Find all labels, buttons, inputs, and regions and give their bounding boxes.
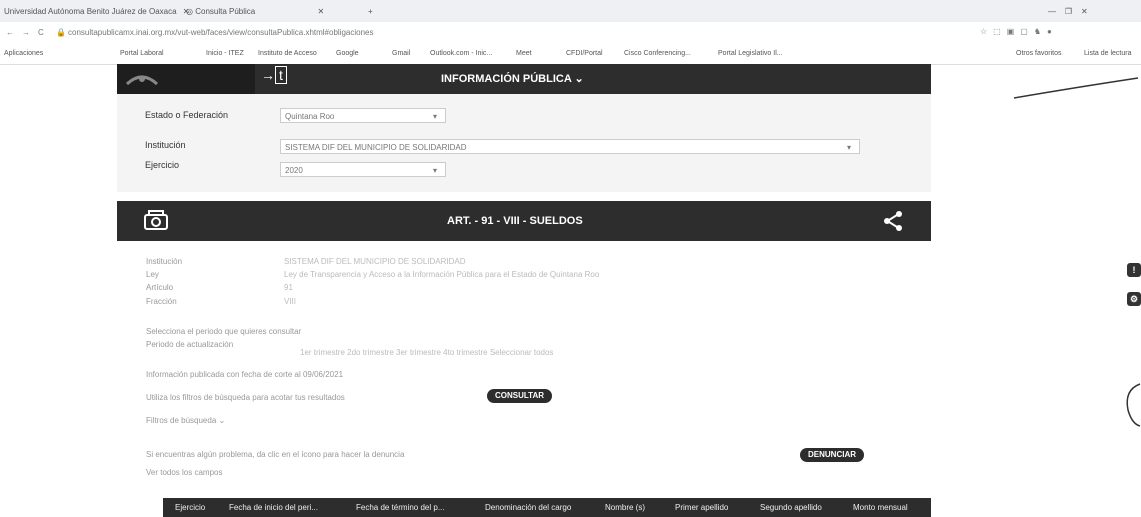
logo-icon	[125, 75, 159, 86]
filtros-label: Filtros de búsqueda	[146, 416, 217, 425]
institucion-label: Institución	[145, 140, 186, 150]
chevron-down-icon: ⌄	[218, 416, 226, 425]
url-input[interactable]: consultapublicamx.inai.org.mx/vut-web/fa…	[68, 28, 373, 37]
column-header[interactable]: Nombre (s)	[605, 503, 645, 512]
periodo-options[interactable]: 1er trimestre 2do trimestre 3er trimestr…	[300, 348, 553, 357]
chevron-down-icon: ▾	[432, 166, 437, 175]
bookmark-other[interactable]: Otros favoritos	[1016, 50, 1062, 57]
bookmark-item[interactable]: Portal Laboral	[120, 50, 164, 57]
estado-select[interactable]: Quintana Roo ▾	[280, 108, 446, 123]
column-header[interactable]: Fecha de inicio del peri...	[229, 503, 318, 512]
column-header[interactable]: Ejercicio	[175, 503, 205, 512]
bookmark-reading-list[interactable]: Lista de lectura	[1084, 50, 1131, 57]
column-header[interactable]: Monto mensual	[853, 503, 908, 512]
page-title-text: INFORMACIÓN PÚBLICA	[441, 73, 572, 85]
browser-tab-2[interactable]: ◎ Consulta Pública ✕	[186, 4, 346, 20]
periodo-hint: Selecciona el periodo que quieres consul…	[146, 327, 302, 336]
annotation-stroke	[1013, 77, 1139, 99]
ejercicio-label: Ejercicio	[145, 160, 180, 170]
chevron-down-icon: ▾	[846, 143, 851, 152]
column-header[interactable]: Fecha de término del p...	[356, 503, 445, 512]
detail-institucion-value: SISTEMA DIF DEL MUNICIPIO DE SOLIDARIDAD	[284, 257, 466, 266]
detail-institucion-label: Institución	[146, 257, 183, 266]
close-icon[interactable]: ✕	[318, 7, 325, 16]
tab-label: Consulta Pública	[195, 7, 256, 16]
bookmark-apps[interactable]: Aplicaciones	[4, 50, 43, 57]
institucion-select[interactable]: SISTEMA DIF DEL MUNICIPIO DE SOLIDARIDAD…	[280, 139, 860, 154]
page-title[interactable]: INFORMACIÓN PÚBLICA ⌄	[441, 72, 584, 85]
results-table-header: Ejercicio Fecha de inicio del peri... Fe…	[163, 498, 931, 517]
ejercicio-select[interactable]: 2020 ▾	[280, 162, 446, 177]
ejercicio-select-value: 2020	[285, 166, 303, 175]
article-bar: ART. - 91 - VIII - SUELDOS	[117, 201, 931, 241]
detail-ley-label: Ley	[146, 270, 159, 279]
bookmark-item[interactable]: Inicio - ITEZ	[206, 50, 244, 57]
back-icon[interactable]: ←	[6, 28, 14, 37]
address-bar: ← → C 🔒 consultapublicamx.inai.org.mx/vu…	[0, 22, 1141, 44]
reload-icon[interactable]: C	[38, 28, 44, 37]
article-title: ART. - 91 - VIII - SUELDOS	[447, 215, 583, 227]
detail-articulo-label: Artículo	[146, 283, 174, 292]
tools-icon[interactable]: ⚙	[1127, 292, 1141, 306]
detail-ley-value: Ley de Transparencia y Acceso a la Infor…	[284, 270, 600, 279]
column-header[interactable]: Denominación del cargo	[485, 503, 571, 512]
login-icon[interactable]: → t	[261, 66, 287, 84]
chevron-down-icon: ⌄	[574, 73, 584, 85]
filtros-toggle[interactable]: Filtros de búsqueda ⌄	[146, 416, 225, 425]
chevron-down-icon: ▾	[432, 112, 437, 121]
bookmark-item[interactable]: Outlook.com - Inic...	[430, 50, 492, 57]
browser-tab-bar: Universidad Autónoma Benito Juárez de Oa…	[0, 0, 1141, 22]
estado-label: Estado o Federación	[145, 110, 229, 120]
detail-articulo-value: 91	[284, 283, 293, 292]
bookmark-item[interactable]: Instituto de Acceso	[258, 50, 317, 57]
ver-campos-link[interactable]: Ver todos los campos	[146, 468, 222, 477]
denuncia-hint: Si encuentras algún problema, da clic en…	[146, 450, 405, 459]
filters-hint: Utiliza los filtros de búsqueda para aco…	[146, 393, 345, 402]
alert-icon[interactable]: !	[1127, 263, 1141, 277]
bookmark-item[interactable]: Portal Legislativo Il...	[718, 50, 783, 57]
share-icon[interactable]	[881, 209, 905, 238]
new-tab-button[interactable]: +	[368, 4, 373, 20]
periodo-label: Periodo de actualización	[146, 340, 234, 349]
search-form: Estado o Federación Quintana Roo ▾ Insti…	[117, 94, 931, 192]
bookmark-item[interactable]: Gmail	[392, 50, 410, 57]
column-header[interactable]: Primer apellido	[675, 503, 728, 512]
money-icon	[143, 209, 169, 236]
extension-icons[interactable]: ☆⬚▣▢♞●	[980, 27, 1058, 36]
estado-select-value: Quintana Roo	[285, 112, 335, 121]
annotation-curve	[1126, 383, 1141, 427]
bookmark-item[interactable]: Meet	[516, 50, 532, 57]
tab-label: Universidad Autónoma Benito Juárez de Oa…	[4, 7, 177, 16]
site-logo	[117, 64, 255, 94]
bookmark-item[interactable]: Google	[336, 50, 359, 57]
denunciar-button[interactable]: DENUNCIAR	[800, 448, 864, 462]
forward-icon[interactable]: →	[22, 28, 30, 37]
bookmarks-bar: Aplicaciones Portal Laboral Inicio - ITE…	[0, 44, 1141, 65]
institucion-select-value: SISTEMA DIF DEL MUNICIPIO DE SOLIDARIDAD	[285, 143, 467, 152]
browser-tab-1[interactable]: Universidad Autónoma Benito Juárez de Oa…	[4, 4, 189, 20]
column-header[interactable]: Segundo apellido	[760, 503, 822, 512]
info-date-hint: Información publicada con fecha de corte…	[146, 370, 344, 379]
consultar-button[interactable]: CONSULTAR	[487, 389, 553, 403]
bookmark-item[interactable]: Cisco Conferencing...	[624, 50, 691, 57]
detail-fraccion-label: Fracción	[146, 297, 177, 306]
globe-icon: ◎	[186, 7, 193, 16]
detail-fraccion-value: VIII	[284, 297, 297, 306]
lock-icon: 🔒	[56, 28, 66, 37]
bookmark-item[interactable]: CFDI/Portal	[566, 50, 603, 57]
top-header-bar: → t INFORMACIÓN PÚBLICA ⌄	[117, 64, 931, 94]
window-controls[interactable]: — ❐ ✕	[1048, 4, 1088, 20]
